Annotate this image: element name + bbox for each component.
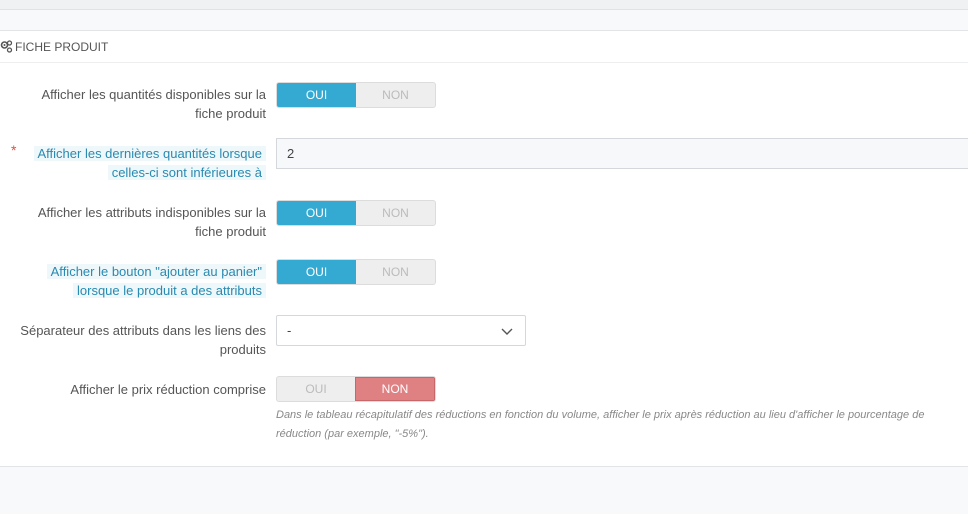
add-to-cart-switch[interactable]: OUI NON	[276, 259, 436, 285]
label-line: produits	[219, 342, 266, 357]
label-add-to-cart: Afficher le bouton "ajouter au panier" l…	[46, 262, 266, 300]
switch-yes-option[interactable]: OUI	[277, 377, 355, 401]
top-strip	[0, 0, 968, 10]
label-line: fiche produit	[195, 224, 266, 239]
select-value: -	[287, 323, 292, 338]
label-attribute-separator: Séparateur des attributs dans les liens …	[20, 321, 266, 359]
label-line: lorsque le produit a des attributs	[73, 283, 266, 298]
discounted-price-switch[interactable]: OUI NON	[276, 376, 436, 402]
help-text: Dans le tableau récapitulatif des réduct…	[276, 406, 968, 444]
label-line: Afficher les dernières quantités lorsque	[33, 146, 266, 161]
help-line: réduction (par exemple, "-5%").	[276, 428, 429, 440]
label-last-quantities: Afficher les dernières quantités lorsque…	[33, 144, 266, 182]
switch-yes-option[interactable]: OUI	[277, 260, 356, 284]
switch-no-option[interactable]: NON	[356, 201, 435, 225]
attribute-separator-select[interactable]: -	[276, 315, 526, 346]
help-line: Dans le tableau récapitulatif des réduct…	[276, 409, 925, 421]
switch-yes-option[interactable]: OUI	[277, 201, 356, 225]
switch-no-option[interactable]: NON	[356, 260, 435, 284]
chevron-down-icon	[501, 328, 513, 335]
show-quantities-switch[interactable]: OUI NON	[276, 82, 436, 108]
label-discounted-price: Afficher le prix réduction comprise	[70, 382, 266, 397]
label-line: celles-ci sont inférieures à	[107, 165, 266, 180]
label-line: fiche produit	[195, 106, 266, 121]
label-unavailable-attributes: Afficher les attributs indisponibles sur…	[38, 203, 266, 241]
product-page-panel: FICHE PRODUIT Afficher les quantités dis…	[0, 30, 968, 467]
switch-no-option[interactable]: NON	[356, 83, 435, 107]
label-line: Séparateur des attributs dans les liens …	[20, 323, 266, 338]
label-line: Afficher les attributs indisponibles sur…	[37, 205, 266, 220]
unavailable-attributes-switch[interactable]: OUI NON	[276, 200, 436, 226]
panel-heading: FICHE PRODUIT	[0, 31, 968, 63]
required-mark: *	[11, 142, 17, 158]
label-line: Afficher le bouton "ajouter au panier"	[46, 264, 266, 279]
cogs-icon	[0, 40, 13, 53]
switch-yes-option[interactable]: OUI	[277, 83, 356, 107]
label-line: Afficher les quantités disponibles sur l…	[41, 87, 267, 102]
label-show-quantities: Afficher les quantités disponibles sur l…	[42, 85, 267, 123]
last-quantities-input[interactable]: 2	[276, 138, 968, 169]
panel-title: FICHE PRODUIT	[15, 39, 109, 54]
switch-no-option[interactable]: NON	[355, 377, 435, 401]
